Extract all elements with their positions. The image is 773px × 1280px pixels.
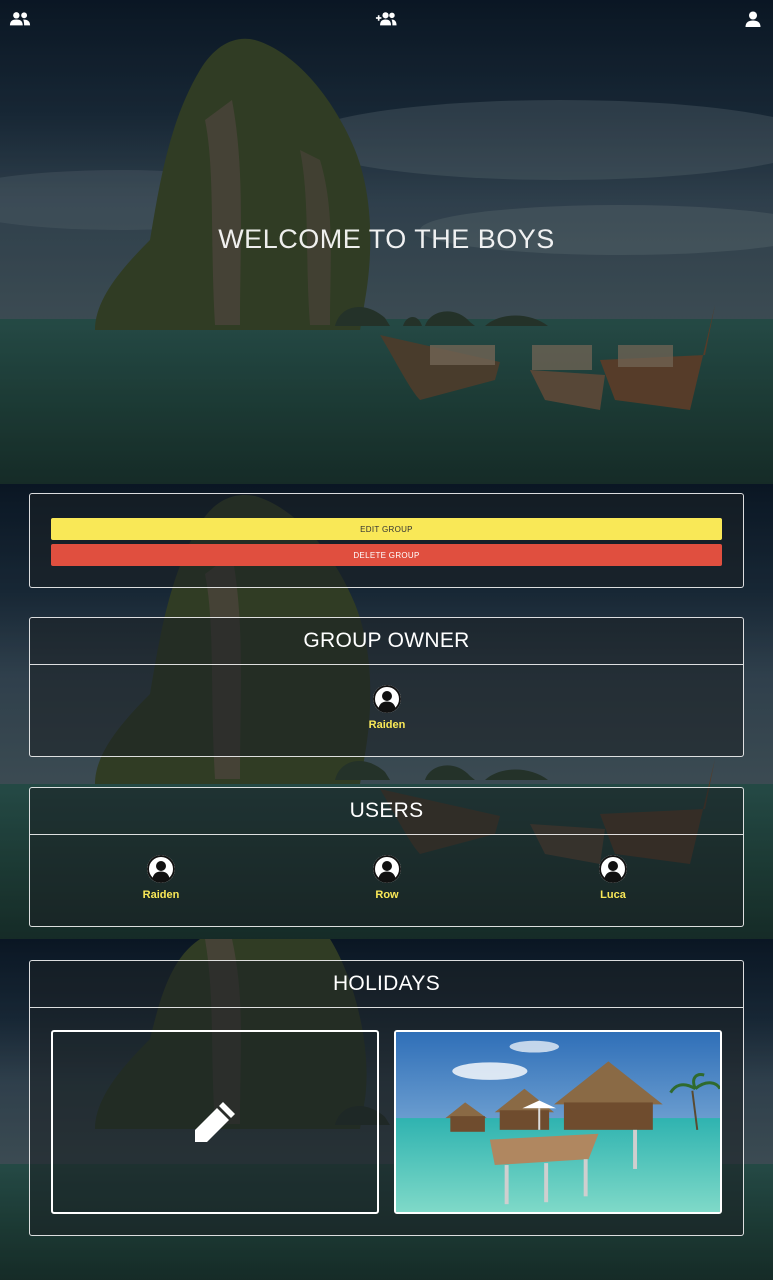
user-item[interactable]: Raiden (121, 855, 201, 901)
add-holiday-tile[interactable] (51, 1030, 379, 1214)
user-item[interactable]: Luca (573, 855, 653, 901)
group-actions-card: EDIT GROUP DELETE GROUP (29, 493, 744, 588)
holidays-card: HOLIDAYS (29, 960, 744, 1236)
users-card: USERS Raiden Row Luca (29, 787, 744, 927)
users-heading: USERS (30, 788, 743, 835)
avatar (373, 685, 401, 713)
user-name: Luca (600, 889, 626, 901)
user-name: Raiden (142, 889, 180, 901)
avatar (373, 855, 401, 883)
edit-group-button[interactable]: EDIT GROUP (51, 518, 722, 540)
holidays-heading: HOLIDAYS (30, 961, 743, 1008)
owner-user[interactable]: Raiden (347, 685, 427, 731)
user-name: Row (375, 889, 399, 901)
user-item[interactable]: Row (347, 855, 427, 901)
holiday-photo (396, 1032, 720, 1212)
delete-group-button[interactable]: DELETE GROUP (51, 544, 722, 566)
user-icon[interactable] (745, 10, 761, 28)
avatar (599, 855, 627, 883)
add-group-icon[interactable] (375, 10, 397, 28)
pencil-icon (195, 1102, 235, 1142)
holiday-photo-tile[interactable] (394, 1030, 722, 1214)
group-owner-card: GROUP OWNER Raiden (29, 617, 744, 757)
page-title: WELCOME TO THE BOYS (218, 224, 555, 254)
group-icon[interactable] (9, 10, 31, 28)
group-owner-heading: GROUP OWNER (30, 618, 743, 665)
owner-name: Raiden (368, 719, 406, 731)
avatar (147, 855, 175, 883)
